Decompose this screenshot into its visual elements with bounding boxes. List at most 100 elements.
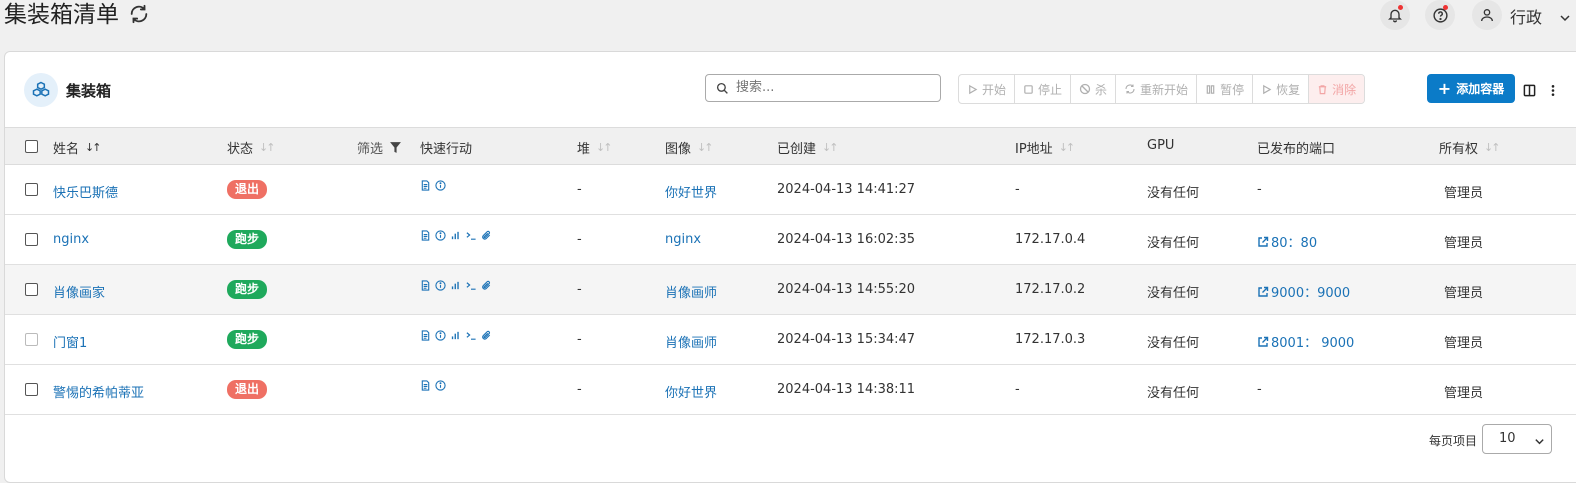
- notifications-button[interactable]: [1380, 0, 1410, 30]
- row-checkbox[interactable]: [25, 333, 38, 346]
- bar-chart-icon[interactable]: [450, 330, 461, 345]
- paperclip-icon[interactable]: [481, 230, 492, 245]
- row-checkbox[interactable]: [25, 283, 38, 296]
- column-gpu-label: GPU: [1147, 138, 1175, 153]
- table-row[interactable]: 警惕的希帕蒂亚 退出 - 你好世界 2024-04-13 14:38:11 - …: [5, 365, 1576, 415]
- bar-chart-icon[interactable]: [450, 280, 461, 295]
- sort-icon[interactable]: ↓↑: [1484, 141, 1501, 154]
- published-port-label: 8001： 9000: [1271, 336, 1355, 351]
- file-text-icon[interactable]: [420, 380, 431, 395]
- panel-title: 集装箱: [66, 82, 112, 100]
- column-created[interactable]: 已创建 ↓↑: [777, 138, 839, 157]
- column-gpu: GPU: [1147, 138, 1174, 153]
- add-container-button[interactable]: + 添加容器: [1427, 74, 1515, 103]
- sort-icon[interactable]: ↓↑: [822, 141, 839, 154]
- start-label: 开始: [982, 82, 1007, 97]
- stack-value: -: [577, 382, 582, 397]
- file-text-icon[interactable]: [420, 230, 431, 245]
- row-checkbox[interactable]: [25, 183, 38, 196]
- chevron-down-icon[interactable]: [1559, 9, 1571, 28]
- containers-panel: 集装箱 开始 停止 杀 重新开始 暂停: [4, 51, 1576, 483]
- column-ip[interactable]: IP地址 ↓↑: [1015, 138, 1076, 157]
- quick-actions: [420, 380, 446, 395]
- file-text-icon[interactable]: [420, 280, 431, 295]
- table-row[interactable]: 肖像画家 跑步 - 肖像画师 2024-04-13 14:55:20 172.1…: [5, 265, 1576, 315]
- row-checkbox[interactable]: [25, 233, 38, 246]
- sort-desc-icon[interactable]: ↓↑: [85, 141, 102, 154]
- column-name[interactable]: 姓名 ↓↑: [53, 138, 102, 157]
- info-icon[interactable]: [435, 180, 446, 195]
- container-name-link[interactable]: 警惕的希帕蒂亚: [53, 382, 144, 401]
- published-port-link[interactable]: 9000：9000: [1257, 282, 1350, 301]
- container-name-link[interactable]: 肖像画家: [53, 282, 105, 301]
- sort-icon[interactable]: ↓↑: [259, 141, 276, 154]
- pause-button[interactable]: 暂停: [1197, 75, 1254, 103]
- image-link[interactable]: 你好世界: [665, 182, 717, 201]
- quick-actions: [420, 230, 492, 245]
- help-button[interactable]: [1425, 0, 1455, 30]
- info-icon[interactable]: [435, 380, 446, 395]
- file-text-icon[interactable]: [420, 330, 431, 345]
- column-stack[interactable]: 堆 ↓↑: [577, 138, 613, 157]
- container-name-link[interactable]: nginx: [53, 232, 89, 247]
- container-name-link[interactable]: 门窗1: [53, 332, 87, 351]
- per-page-select[interactable]: 10: [1482, 424, 1552, 454]
- resume-button[interactable]: 恢复: [1253, 75, 1310, 103]
- start-button[interactable]: 开始: [959, 75, 1016, 103]
- kill-button[interactable]: 杀: [1071, 75, 1117, 103]
- sort-icon[interactable]: ↓↑: [596, 141, 613, 154]
- table-header: 姓名 ↓↑ 状态 ↓↑ 筛选 快速行动 堆 ↓↑ 图像 ↓↑ 已创建 ↓↑ IP…: [5, 127, 1576, 165]
- cubes-icon: [24, 73, 58, 107]
- bar-chart-icon[interactable]: [450, 230, 461, 245]
- quick-actions: [420, 330, 492, 345]
- search-box[interactable]: [705, 74, 941, 102]
- gpu-value: 没有任何: [1147, 336, 1200, 351]
- info-icon[interactable]: [435, 280, 446, 295]
- user-menu-button[interactable]: [1472, 0, 1502, 30]
- row-checkbox[interactable]: [25, 383, 38, 396]
- column-image[interactable]: 图像 ↓↑: [665, 138, 714, 157]
- paperclip-icon[interactable]: [481, 280, 492, 295]
- image-link[interactable]: nginx: [665, 232, 701, 247]
- external-link-icon: [1258, 236, 1269, 247]
- stop-button[interactable]: 停止: [1015, 75, 1072, 103]
- file-text-icon[interactable]: [420, 180, 431, 195]
- created-value: 2024-04-13 16:02:35: [777, 232, 916, 247]
- table-row[interactable]: 门窗1 跑步 - 肖像画师 2024-04-13 15:34:47 172.17…: [5, 315, 1576, 365]
- sort-icon[interactable]: ↓↑: [1059, 141, 1076, 154]
- terminal-icon[interactable]: [465, 330, 477, 345]
- columns-icon[interactable]: [1523, 82, 1536, 101]
- column-state[interactable]: 状态 ↓↑: [227, 138, 276, 157]
- terminal-icon[interactable]: [465, 280, 477, 295]
- published-port-link[interactable]: 8001： 9000: [1257, 332, 1354, 351]
- status-badge: 跑步: [227, 230, 268, 249]
- ownership-value: 管理员: [1444, 186, 1484, 201]
- container-name-link[interactable]: 快乐巴斯德: [53, 182, 118, 201]
- search-input[interactable]: [734, 79, 938, 96]
- ip-value: 172.17.0.2: [1015, 282, 1086, 297]
- remove-button[interactable]: 消除: [1309, 75, 1365, 103]
- refresh-icon[interactable]: [128, 3, 150, 25]
- published-port-link[interactable]: 80：80: [1257, 232, 1317, 251]
- filter-button[interactable]: 筛选: [357, 138, 402, 157]
- image-link[interactable]: 肖像画师: [665, 282, 717, 301]
- table-row[interactable]: 快乐巴斯德 退出 - 你好世界 2024-04-13 14:41:27 - 没有…: [5, 165, 1576, 215]
- terminal-icon[interactable]: [465, 230, 477, 245]
- user-name[interactable]: 行政: [1510, 4, 1542, 28]
- filter-icon: [390, 142, 401, 153]
- table-row[interactable]: nginx 跑步 - nginx 2024-04-13 16:02:35 172…: [5, 215, 1576, 265]
- paperclip-icon[interactable]: [481, 330, 492, 345]
- info-icon[interactable]: [435, 230, 446, 245]
- select-all-checkbox[interactable]: [25, 140, 38, 153]
- column-ownership[interactable]: 所有权 ↓↑: [1439, 138, 1501, 157]
- restart-button[interactable]: 重新开始: [1116, 75, 1198, 103]
- ip-value: -: [1015, 382, 1020, 397]
- image-link[interactable]: 你好世界: [665, 382, 717, 401]
- column-created-label: 已创建: [777, 142, 817, 157]
- info-icon[interactable]: [435, 330, 446, 345]
- column-name-label: 姓名: [53, 142, 80, 157]
- more-options-icon[interactable]: [1550, 82, 1556, 101]
- image-link[interactable]: 肖像画师: [665, 332, 717, 351]
- per-page-value: 10: [1499, 431, 1516, 446]
- sort-icon[interactable]: ↓↑: [697, 141, 714, 154]
